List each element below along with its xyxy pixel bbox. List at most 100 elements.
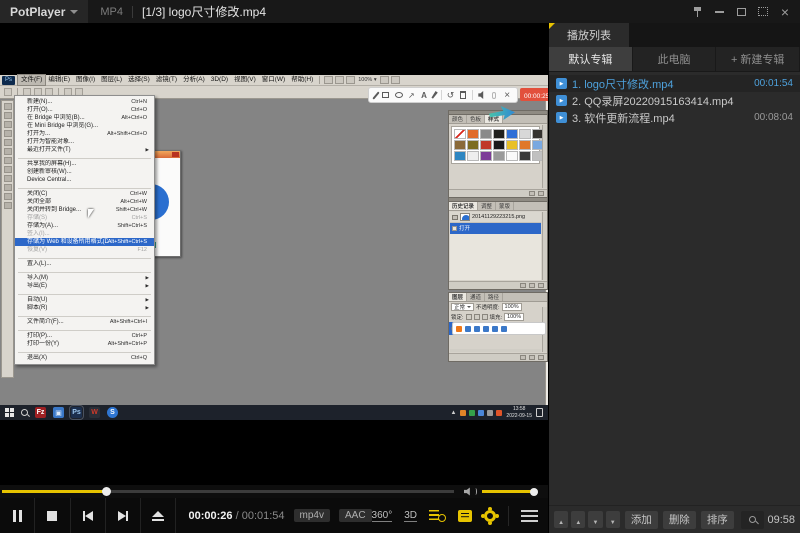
pin-button[interactable]: [686, 0, 708, 23]
menu-item[interactable]: [18, 269, 151, 273]
input-method-icon[interactable]: [492, 326, 498, 332]
maximize-button[interactable]: [730, 0, 752, 23]
playlist-search-button[interactable]: [429, 509, 446, 522]
ps-menu-item[interactable]: 视图(V): [231, 75, 259, 85]
style-swatch[interactable]: [480, 129, 492, 139]
video-3d-button[interactable]: 3D: [404, 510, 417, 522]
pencil-icon[interactable]: [372, 91, 379, 99]
menu-item[interactable]: 文件简介(F)... Alt+Shift+Ctrl+I: [15, 318, 154, 326]
undo-icon[interactable]: [447, 91, 455, 100]
tool-icon[interactable]: [4, 148, 12, 155]
document-titlebar[interactable]: [151, 151, 180, 158]
menu-item[interactable]: 在 Mini Bridge 中浏览(G)...: [15, 122, 154, 130]
brush-icon[interactable]: [431, 91, 438, 99]
menu-item[interactable]: [18, 327, 151, 331]
menu-item[interactable]: 存储为 Web 和设备所用格式(D)... Alt+Shift+Ctrl+S: [15, 238, 154, 246]
speaker-icon[interactable]: [464, 487, 473, 496]
stop-button[interactable]: [35, 498, 70, 533]
ps-menu-item[interactable]: 图像(I): [73, 75, 98, 85]
lock-transparent-icon[interactable]: [466, 314, 472, 320]
tool-icon[interactable]: [4, 184, 12, 191]
ps-menu-item[interactable]: 帮助(H): [288, 75, 316, 85]
menu-item[interactable]: [18, 349, 151, 353]
menu-item[interactable]: [18, 255, 151, 259]
taskbar-app-icon[interactable]: Fz: [35, 407, 46, 418]
document-close-icon[interactable]: [172, 152, 179, 157]
speaker-icon[interactable]: [478, 91, 485, 99]
close-button[interactable]: [774, 0, 796, 23]
panel-tab[interactable]: 路径: [485, 293, 503, 301]
input-method-icon[interactable]: [474, 326, 480, 332]
style-swatch[interactable]: [506, 151, 518, 161]
style-swatch[interactable]: [493, 129, 505, 139]
fill-value[interactable]: 100%: [504, 313, 524, 321]
tab-playlist[interactable]: 播放列表: [549, 23, 629, 47]
ps-menu-item[interactable]: 选择(S): [125, 75, 153, 85]
close-icon[interactable]: [503, 91, 511, 100]
style-swatch[interactable]: [519, 140, 531, 150]
open-file-button[interactable]: [141, 498, 176, 533]
text-icon[interactable]: [420, 91, 428, 100]
style-swatch[interactable]: [454, 129, 466, 139]
style-swatch[interactable]: [467, 151, 479, 161]
menu-item[interactable]: 打印(P)... Ctrl+P: [15, 332, 154, 340]
ps-menu-item[interactable]: 3D(D): [208, 75, 231, 85]
seek-bar[interactable]: [2, 490, 454, 493]
panel-tab[interactable]: 通道: [467, 293, 485, 301]
opacity-value[interactable]: 100%: [502, 303, 522, 311]
move-up-button[interactable]: [571, 511, 585, 528]
arrange-documents-icon[interactable]: [380, 76, 389, 84]
tool-icon[interactable]: [4, 121, 12, 128]
volume-handle[interactable]: [530, 488, 538, 496]
menu-item[interactable]: 签入(I)...: [15, 230, 154, 238]
microphone-icon[interactable]: [492, 92, 496, 99]
taskbar-app-icon[interactable]: ▣: [53, 407, 64, 418]
style-swatch[interactable]: [519, 151, 531, 161]
delete-layer-icon[interactable]: [538, 355, 544, 360]
style-swatch[interactable]: [467, 140, 479, 150]
tray-expand-icon[interactable]: ▲: [450, 410, 456, 416]
menu-item[interactable]: Device Central...: [15, 176, 154, 184]
panel-tab[interactable]: 图层: [449, 293, 467, 301]
style-swatch[interactable]: [467, 129, 479, 139]
ps-menu-item[interactable]: 滤镜(T): [153, 75, 180, 85]
style-swatch[interactable]: [506, 140, 518, 150]
video-360-button[interactable]: 360°: [372, 510, 393, 522]
menu-item[interactable]: [18, 185, 151, 189]
playlist-subtab[interactable]: 此电脑: [633, 47, 717, 71]
playlist-search-box[interactable]: [741, 511, 765, 529]
style-swatch[interactable]: [480, 140, 492, 150]
ps-menu-item[interactable]: 文件(F): [18, 75, 45, 85]
taskbar-search-icon[interactable]: [21, 409, 28, 416]
input-method-icon[interactable]: [483, 326, 489, 332]
tool-icon[interactable]: [4, 103, 12, 110]
zoom-level-dropdown[interactable]: 100% ▾: [358, 77, 376, 83]
history-snapshot-row[interactable]: 20141129223215.png: [450, 212, 541, 223]
playlist-subtab[interactable]: + 新建专辑: [716, 47, 800, 71]
style-swatch[interactable]: [480, 151, 492, 161]
delete-icon[interactable]: [538, 283, 544, 288]
panel-tab[interactable]: 蒙版: [496, 202, 514, 210]
app-menu-button[interactable]: PotPlayer: [0, 0, 88, 23]
delete-style-icon[interactable]: [538, 191, 544, 196]
ps-menu-item[interactable]: 窗口(W): [259, 75, 288, 85]
tray-icon[interactable]: [487, 410, 493, 416]
menu-item[interactable]: 关闭并转到 Bridge... Shift+Ctrl+W: [15, 206, 154, 214]
menu-item[interactable]: 打开为... Alt+Shift+Ctrl+O: [15, 130, 154, 138]
menu-item[interactable]: [18, 155, 151, 159]
menu-item[interactable]: 关闭(C) Ctrl+W: [15, 190, 154, 198]
tool-icon[interactable]: [4, 175, 12, 182]
ps-menu-item[interactable]: 分析(A): [180, 75, 208, 85]
panel-tab[interactable]: 调整: [478, 202, 496, 210]
hamburger-menu-button[interactable]: [521, 510, 538, 522]
subtitle-button[interactable]: [458, 510, 472, 522]
fullscreen-button[interactable]: [752, 0, 774, 23]
sort-button[interactable]: 排序: [701, 511, 734, 529]
tray-icon[interactable]: [478, 410, 484, 416]
menu-item[interactable]: 置入(L)...: [15, 260, 154, 268]
ellipse-icon[interactable]: [395, 92, 403, 98]
screen-mode-icon[interactable]: [391, 76, 400, 84]
scrollbar[interactable]: [542, 212, 547, 280]
ps-menu-item[interactable]: 编辑(E): [45, 75, 73, 85]
menu-item[interactable]: 导出(E) ▶: [15, 282, 154, 290]
